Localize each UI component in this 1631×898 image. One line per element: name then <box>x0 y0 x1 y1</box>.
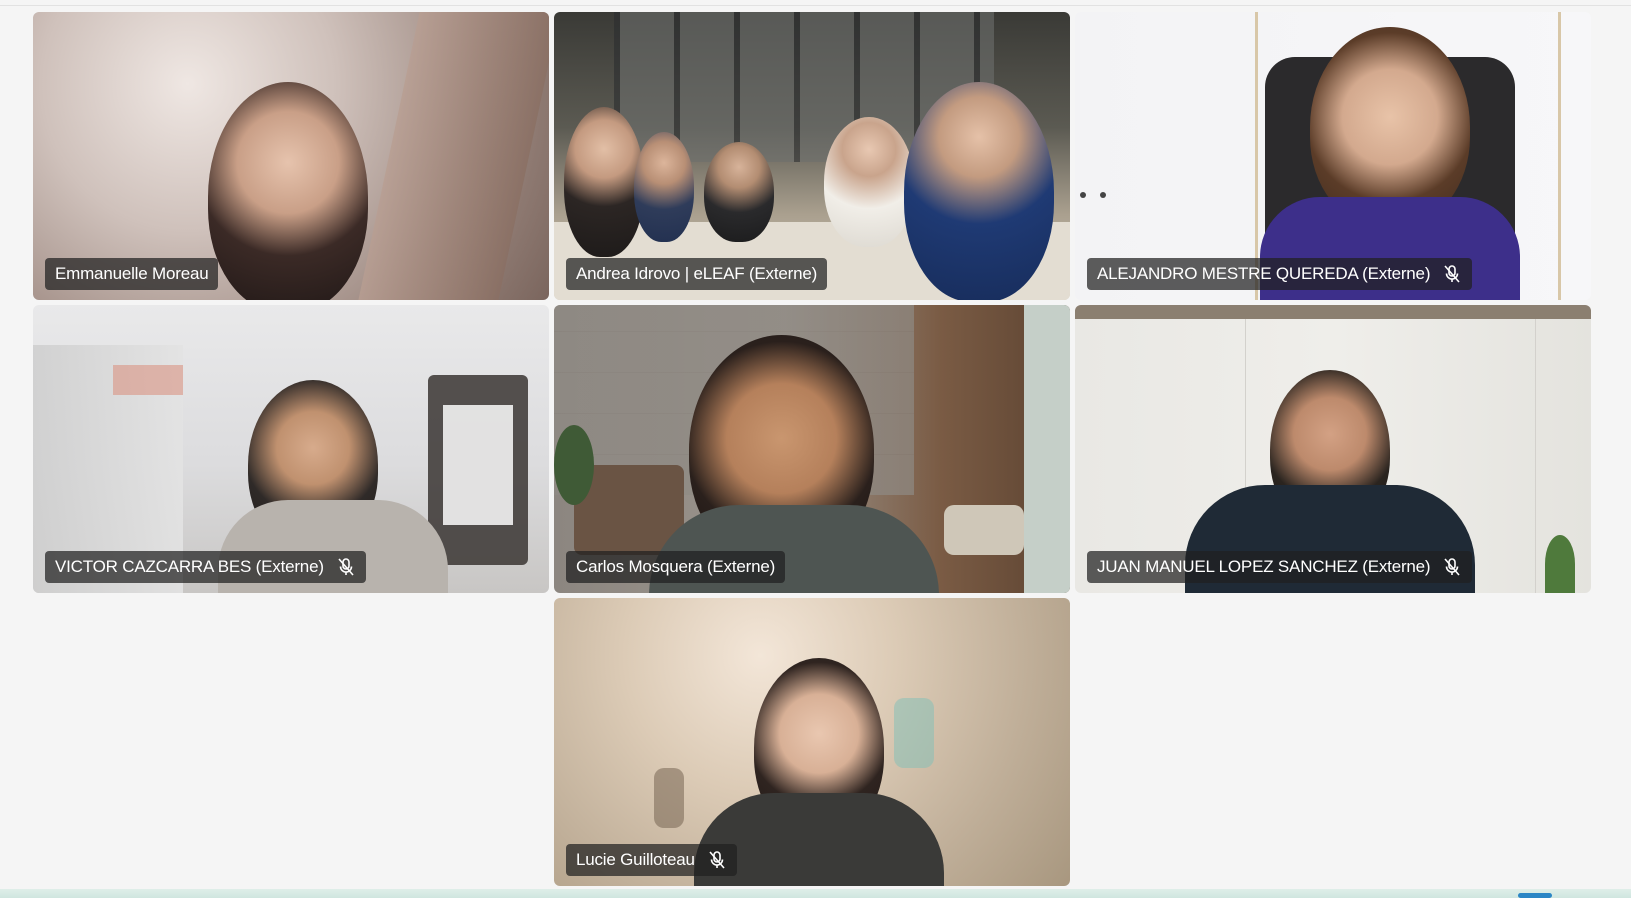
participant-name: Carlos Mosquera (Externe) <box>576 557 776 576</box>
video-feed <box>554 12 1070 300</box>
video-feed <box>33 12 549 300</box>
video-tile-andrea-idrovo[interactable]: Andrea Idrovo | eLEAF (Externe) <box>554 12 1070 300</box>
mic-off-icon <box>1444 558 1460 576</box>
video-tile-alejandro-mestre-quereda[interactable]: ALEJANDRO MESTRE QUEREDA (Externe) <box>1075 12 1591 300</box>
participant-name-tag: Andrea Idrovo | eLEAF (Externe) <box>566 258 828 290</box>
top-divider <box>0 5 1631 6</box>
video-tile-lucie-guilloteau[interactable]: Lucie Guilloteau <box>554 598 1070 886</box>
mic-off-icon <box>709 851 725 869</box>
video-tile-juan-manuel-lopez-sanchez[interactable]: JUAN MANUEL LOPEZ SANCHEZ (Externe) <box>1075 305 1591 593</box>
participant-name: Emmanuelle Moreau <box>55 264 209 283</box>
video-feed <box>33 305 549 593</box>
participant-name-tag: Emmanuelle Moreau <box>45 258 219 290</box>
video-feed <box>1075 12 1591 300</box>
participant-name: Andrea Idrovo | eLEAF (Externe) <box>576 264 818 283</box>
video-feed <box>554 305 1070 593</box>
participant-name: ALEJANDRO MESTRE QUEREDA (Externe) <box>1097 264 1431 283</box>
participant-name-tag: VICTOR CAZCARRA BES (Externe) <box>45 551 366 583</box>
video-feed <box>554 598 1070 886</box>
participant-name: Lucie Guilloteau <box>576 850 695 869</box>
taskbar-indicator[interactable] <box>1518 893 1552 898</box>
video-feed <box>1075 305 1591 593</box>
video-tile-carlos-mosquera[interactable]: Carlos Mosquera (Externe) <box>554 305 1070 593</box>
participant-name: VICTOR CAZCARRA BES (Externe) <box>55 557 324 576</box>
video-tile-emmanuelle-moreau[interactable]: Emmanuelle Moreau <box>33 12 549 300</box>
participant-name: JUAN MANUEL LOPEZ SANCHEZ (Externe) <box>1097 557 1431 576</box>
mic-off-icon <box>338 558 354 576</box>
mic-off-icon <box>1444 265 1460 283</box>
participant-name-tag: Lucie Guilloteau <box>566 844 737 876</box>
participant-name-tag: ALEJANDRO MESTRE QUEREDA (Externe) <box>1087 258 1473 290</box>
taskbar-strip <box>0 889 1631 898</box>
video-tile-victor-cazcarra-bes[interactable]: VICTOR CAZCARRA BES (Externe) <box>33 305 549 593</box>
participant-name-tag: JUAN MANUEL LOPEZ SANCHEZ (Externe) <box>1087 551 1473 583</box>
participant-name-tag: Carlos Mosquera (Externe) <box>566 551 786 583</box>
video-call-stage: Emmanuelle Moreau Andrea Idrovo | eLEAF … <box>0 0 1631 898</box>
